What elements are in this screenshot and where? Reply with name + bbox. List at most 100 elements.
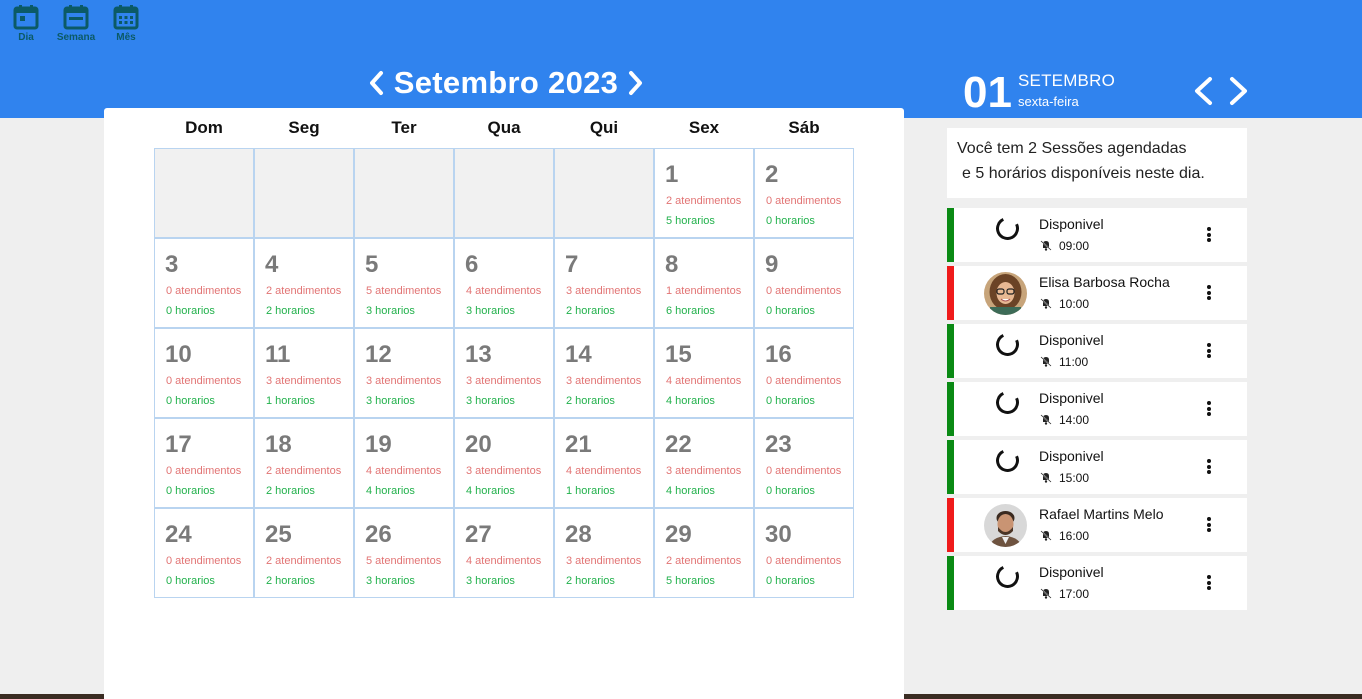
day-slots-count: 5 horarios — [666, 215, 715, 227]
day-slots-count: 0 horarios — [166, 485, 215, 497]
day-cell[interactable]: 19 4 atendimentos 4 horarios — [354, 418, 454, 508]
more-options-icon[interactable] — [1203, 575, 1215, 593]
view-day-button[interactable]: Dia — [6, 3, 46, 43]
day-cell[interactable]: 3 0 atendimentos 0 horarios — [154, 238, 254, 328]
day-cell[interactable]: 9 0 atendimentos 0 horarios — [754, 238, 854, 328]
day-cell[interactable]: 26 5 atendimentos 3 horarios — [354, 508, 454, 598]
day-number: 5 — [365, 251, 379, 278]
day-slots-count: 0 horarios — [766, 305, 815, 317]
day-cell[interactable]: 22 3 atendimentos 4 horarios — [654, 418, 754, 508]
bell-off-icon — [1040, 356, 1052, 367]
day-slots-count: 3 horarios — [466, 395, 515, 407]
day-slots-count: 4 horarios — [666, 395, 715, 407]
more-options-icon[interactable] — [1203, 517, 1215, 535]
day-number: 21 — [565, 431, 592, 458]
day-number: 30 — [765, 521, 792, 548]
day-appointments-count: 3 atendimentos — [466, 375, 542, 387]
day-appointments-count: 0 atendimentos — [766, 195, 842, 207]
day-cell[interactable]: 24 0 atendimentos 0 horarios — [154, 508, 254, 598]
day-cell[interactable]: 23 0 atendimentos 0 horarios — [754, 418, 854, 508]
available-slot[interactable]: Disponivel 15:00 — [947, 440, 1247, 494]
available-slot[interactable]: Disponivel 09:00 — [947, 208, 1247, 262]
weekday-header-row: Dom Seg Ter Qua Qui Sex Sáb — [154, 118, 854, 138]
available-slot[interactable]: Disponivel 17:00 — [947, 556, 1247, 610]
day-appointments-count: 0 atendimentos — [766, 375, 842, 387]
day-cell[interactable]: 7 3 atendimentos 2 horarios — [554, 238, 654, 328]
day-appointments-count: 0 atendimentos — [766, 285, 842, 297]
more-options-icon[interactable] — [1203, 401, 1215, 419]
view-month-button[interactable]: Mês — [106, 3, 146, 43]
day-cell[interactable]: 14 3 atendimentos 2 horarios — [554, 328, 654, 418]
day-cell[interactable]: 5 5 atendimentos 3 horarios — [354, 238, 454, 328]
day-slots-count: 0 horarios — [766, 395, 815, 407]
view-month-label: Mês — [116, 32, 136, 43]
booked-slot[interactable]: Rafael Martins Melo 16:00 — [947, 498, 1247, 552]
booked-slot[interactable]: Elisa Barbosa Rocha 10:00 — [947, 266, 1247, 320]
day-cell[interactable]: 18 2 atendimentos 2 horarios — [254, 418, 354, 508]
day-cell[interactable]: 11 3 atendimentos 1 horarios — [254, 328, 354, 418]
view-week-button[interactable]: Semana — [56, 3, 96, 43]
weekday-label: Qua — [487, 118, 521, 137]
day-number: 16 — [765, 341, 792, 368]
day-number: 20 — [465, 431, 492, 458]
available-ring-icon — [992, 387, 1023, 418]
prev-month-button[interactable] — [368, 70, 384, 96]
calendar-week-icon — [63, 5, 89, 30]
calendar-grid: 1 2 atendimentos 5 horarios 2 0 atendimentos… — [154, 148, 854, 598]
day-cell[interactable]: 10 0 atendimentos 0 horarios — [154, 328, 254, 418]
day-cell[interactable]: 12 3 atendimentos 3 horarios — [354, 328, 454, 418]
empty-day-cell — [254, 148, 354, 238]
calendar-month-icon — [113, 5, 139, 30]
day-appointments-count: 3 atendimentos — [566, 555, 642, 567]
day-number: 1 — [665, 161, 679, 188]
day-cell[interactable]: 6 4 atendimentos 3 horarios — [454, 238, 554, 328]
more-options-icon[interactable] — [1203, 285, 1215, 303]
day-appointments-count: 5 atendimentos — [366, 285, 442, 297]
day-cell[interactable]: 2 0 atendimentos 0 horarios — [754, 148, 854, 238]
more-options-icon[interactable] — [1203, 459, 1215, 477]
more-options-icon[interactable] — [1203, 227, 1215, 245]
day-cell[interactable]: 30 0 atendimentos 0 horarios — [754, 508, 854, 598]
day-appointments-count: 0 atendimentos — [166, 375, 242, 387]
day-cell[interactable]: 16 0 atendimentos 0 horarios — [754, 328, 854, 418]
day-appointments-count: 3 atendimentos — [566, 375, 642, 387]
day-cell[interactable]: 13 3 atendimentos 3 horarios — [454, 328, 554, 418]
day-cell[interactable]: 1 2 atendimentos 5 horarios — [654, 148, 754, 238]
slot-name: Disponivel — [1039, 564, 1104, 580]
day-slots-count: 5 horarios — [666, 575, 715, 587]
month-header: Setembro 2023 — [356, 62, 656, 104]
day-cell[interactable]: 21 4 atendimentos 1 horarios — [554, 418, 654, 508]
avatar — [984, 272, 1027, 315]
day-slots-count: 0 horarios — [766, 485, 815, 497]
day-slots-count: 3 horarios — [466, 305, 515, 317]
day-slots-count: 4 horarios — [666, 485, 715, 497]
day-cell[interactable]: 29 2 atendimentos 5 horarios — [654, 508, 754, 598]
day-appointments-count: 4 atendimentos — [666, 375, 742, 387]
day-cell[interactable]: 8 1 atendimentos 6 horarios — [654, 238, 754, 328]
bell-off-icon — [1040, 414, 1052, 425]
available-ring-icon — [992, 329, 1023, 360]
day-cell[interactable]: 28 3 atendimentos 2 horarios — [554, 508, 654, 598]
prev-day-button[interactable] — [1192, 76, 1214, 106]
next-day-button[interactable] — [1228, 76, 1250, 106]
available-slot[interactable]: Disponivel 14:00 — [947, 382, 1247, 436]
available-slot[interactable]: Disponivel 11:00 — [947, 324, 1247, 378]
slot-time: 15:00 — [1059, 471, 1090, 485]
day-cell[interactable]: 17 0 atendimentos 0 horarios — [154, 418, 254, 508]
day-slots-count: 0 horarios — [166, 395, 215, 407]
day-number: 18 — [265, 431, 292, 458]
slot-status-bar — [947, 266, 954, 320]
day-cell[interactable]: 25 2 atendimentos 2 horarios — [254, 508, 354, 598]
empty-day-cell — [554, 148, 654, 238]
day-number: 9 — [765, 251, 779, 278]
day-cell[interactable]: 27 4 atendimentos 3 horarios — [454, 508, 554, 598]
bell-off-icon — [1040, 530, 1052, 541]
more-options-icon[interactable] — [1203, 343, 1215, 361]
slot-name: Elisa Barbosa Rocha — [1039, 274, 1170, 290]
next-month-button[interactable] — [628, 70, 644, 96]
day-cell[interactable]: 20 3 atendimentos 4 horarios — [454, 418, 554, 508]
day-cell[interactable]: 15 4 atendimentos 4 horarios — [654, 328, 754, 418]
day-cell[interactable]: 4 2 atendimentos 2 horarios — [254, 238, 354, 328]
day-number: 25 — [265, 521, 292, 548]
day-appointments-count: 0 atendimentos — [166, 285, 242, 297]
